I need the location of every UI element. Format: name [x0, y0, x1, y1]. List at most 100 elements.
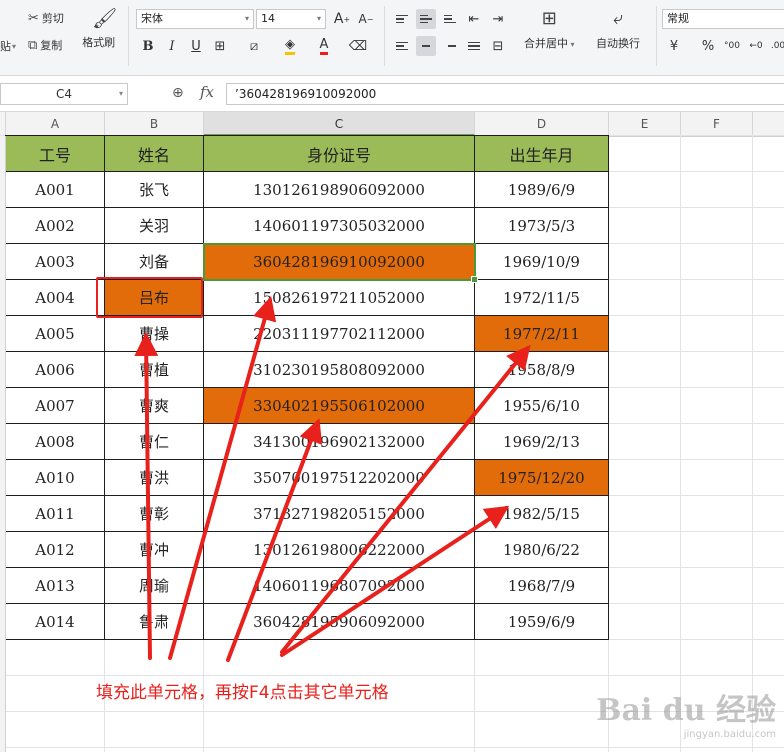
cell-id-number[interactable]: 330402195506102000 [204, 388, 475, 424]
cell-id-number[interactable]: 140601197305032000 [204, 208, 475, 244]
paste-button[interactable]: 贴 ▾ [0, 38, 16, 54]
zoom-icon[interactable]: ⊕ [172, 85, 184, 101]
header-cell-birth-date[interactable]: 出生年月 [475, 136, 609, 172]
column-header-e[interactable]: E [609, 112, 681, 136]
distributed-align-icon[interactable]: ⊟ [488, 36, 508, 56]
font-color-icon[interactable]: A [314, 36, 334, 56]
align-center-icon[interactable] [416, 36, 436, 56]
cell-employee-id[interactable]: A002 [6, 208, 105, 244]
cell-name[interactable]: 周瑜 [105, 568, 204, 604]
column-header-c[interactable]: C [204, 112, 475, 136]
header-cell-id-number[interactable]: 身份证号 [204, 136, 475, 172]
borders-icon[interactable]: ⊞ [210, 36, 230, 56]
cell-employee-id[interactable]: A012 [6, 532, 105, 568]
column-header-b[interactable]: B [105, 112, 204, 136]
cell-birth-date[interactable]: 1969/2/13 [475, 424, 609, 460]
align-top-icon[interactable] [392, 9, 412, 29]
decrease-font-size-icon[interactable]: A − [356, 9, 376, 29]
cell-id-number[interactable]: 310230195808092000 [204, 352, 475, 388]
cell-name[interactable]: 曹彰 [105, 496, 204, 532]
cut-button[interactable]: ✂ 剪切 [28, 10, 64, 26]
cell-birth-date[interactable]: 1982/5/15 [475, 496, 609, 532]
decrease-decimal-icon[interactable]: .00 [768, 36, 784, 56]
cell-birth-date[interactable]: 1977/2/11 [475, 316, 609, 352]
align-right-icon[interactable] [440, 36, 460, 56]
header-cell-name[interactable]: 姓名 [105, 136, 204, 172]
cell-id-number[interactable]: 360428196910092000 [204, 244, 475, 280]
justify-icon[interactable] [464, 36, 484, 56]
cell-employee-id[interactable]: A001 [6, 172, 105, 208]
cell-employee-id[interactable]: A010 [6, 460, 105, 496]
cell-birth-date[interactable]: 1968/7/9 [475, 568, 609, 604]
cell-birth-date[interactable]: 1955/6/10 [475, 388, 609, 424]
wrap-text-button[interactable]: ⤶ 自动换行 [596, 8, 640, 51]
cell-birth-date[interactable]: 1989/6/9 [475, 172, 609, 208]
cell-name[interactable]: 曹洪 [105, 460, 204, 496]
cell-birth-date[interactable]: 1972/11/5 [475, 280, 609, 316]
cell-name[interactable]: 张飞 [105, 172, 204, 208]
cell-birth-date[interactable]: 1980/6/22 [475, 532, 609, 568]
cell-birth-date[interactable]: 1958/8/9 [475, 352, 609, 388]
cell-birth-date[interactable]: 1969/10/9 [475, 244, 609, 280]
cell-employee-id[interactable]: A008 [6, 424, 105, 460]
fill-pattern-icon[interactable]: ⧄ [244, 36, 264, 56]
name-box[interactable]: C4 ▾ [0, 83, 128, 105]
increase-font-size-icon[interactable]: A + [332, 9, 352, 29]
cell-id-number[interactable]: 360428195906092000 [204, 604, 475, 640]
column-header-a[interactable]: A [6, 112, 105, 136]
cell-employee-id[interactable]: A006 [6, 352, 105, 388]
cell-id-number[interactable]: 220311197702112000 [204, 316, 475, 352]
cell-name[interactable]: 曹操 [105, 316, 204, 352]
thousands-separator-icon[interactable]: °00 [722, 36, 742, 56]
cell-birth-date[interactable]: 1973/5/3 [475, 208, 609, 244]
formula-input[interactable]: ’360428196910092000 [226, 83, 784, 105]
italic-icon[interactable]: I [162, 36, 182, 56]
cell-name[interactable]: 吕布 [105, 280, 204, 316]
cell-birth-date[interactable]: 1959/6/9 [475, 604, 609, 640]
number-format-select[interactable]: 常规 [662, 9, 784, 29]
cell-employee-id[interactable]: A007 [6, 388, 105, 424]
cell-id-number[interactable]: 350700197512202000 [204, 460, 475, 496]
increase-decimal-icon[interactable]: ←0 [746, 36, 766, 56]
underline-icon[interactable]: U [186, 36, 206, 56]
merge-center-button[interactable]: ⊞ 合并居中 ▾ [524, 8, 575, 51]
column-header-d[interactable]: D [475, 112, 609, 136]
cell-name[interactable]: 曹冲 [105, 532, 204, 568]
cell-name[interactable]: 鲁肃 [105, 604, 204, 640]
cell-name[interactable]: 刘备 [105, 244, 204, 280]
cell-employee-id[interactable]: A014 [6, 604, 105, 640]
cell-id-number[interactable]: 371327198205152000 [204, 496, 475, 532]
format-painter-button[interactable]: 🖌 格式刷 [82, 6, 117, 50]
decrease-indent-icon[interactable]: ⇤ [464, 9, 484, 29]
currency-button[interactable]: ¥ [664, 36, 684, 56]
copy-button[interactable]: ⧉ 复制 [28, 37, 62, 53]
align-middle-icon[interactable] [416, 9, 436, 29]
clear-format-icon[interactable]: ⌫ [348, 36, 368, 56]
bold-icon[interactable]: B [138, 36, 158, 56]
cell-id-number[interactable]: 150826197211052000 [204, 280, 475, 316]
header-cell-employee-id[interactable]: 工号 [6, 136, 105, 172]
cell-id-number[interactable]: 130126198906092000 [204, 172, 475, 208]
font-size-select[interactable]: 14 ▾ [256, 9, 326, 29]
font-name-select[interactable]: 宋体 ▾ [136, 9, 254, 29]
cell-id-number[interactable]: 341300196902132000 [204, 424, 475, 460]
cell-employee-id[interactable]: A005 [6, 316, 105, 352]
cell-name[interactable]: 曹仁 [105, 424, 204, 460]
cell-employee-id[interactable]: A011 [6, 496, 105, 532]
cell-name[interactable]: 关羽 [105, 208, 204, 244]
align-left-icon[interactable] [392, 36, 412, 56]
cell-id-number[interactable]: 140601196807092000 [204, 568, 475, 604]
cell-name[interactable]: 曹植 [105, 352, 204, 388]
cell-birth-date[interactable]: 1975/12/20 [475, 460, 609, 496]
function-icon[interactable]: fx [200, 83, 214, 101]
fill-color-icon[interactable]: ◈ [280, 36, 300, 56]
cell-id-number[interactable]: 130126198006222000 [204, 532, 475, 568]
increase-indent-icon[interactable]: ⇥ [488, 9, 508, 29]
cell-employee-id[interactable]: A003 [6, 244, 105, 280]
cell-employee-id[interactable]: A004 [6, 280, 105, 316]
align-bottom-icon[interactable] [440, 9, 460, 29]
cell-name[interactable]: 曹爽 [105, 388, 204, 424]
column-header-f[interactable]: F [681, 112, 753, 136]
percent-button[interactable]: % [698, 36, 718, 56]
cell-employee-id[interactable]: A013 [6, 568, 105, 604]
